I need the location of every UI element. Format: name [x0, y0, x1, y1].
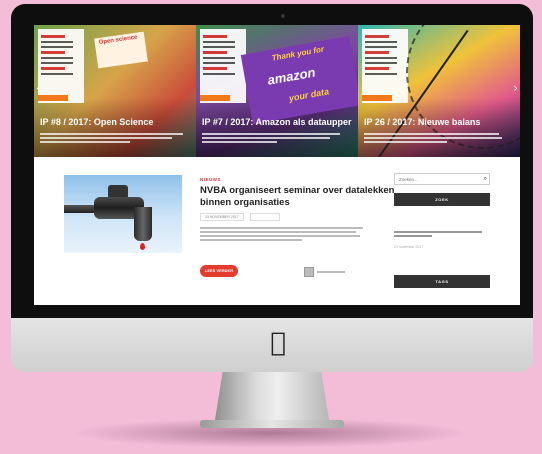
- magazine-cover: [200, 29, 246, 103]
- hero-slide-title[interactable]: IP #7 / 2017: Amazon als dataupper: [202, 117, 352, 127]
- hero-slide-3[interactable]: › IP 26 / 2017: Nieuwe balans: [358, 25, 520, 157]
- sidebar-recent-date: 23 november 2017: [394, 245, 424, 249]
- open-science-text: Open science: [98, 34, 138, 46]
- search-box: ⌕: [394, 173, 490, 185]
- search-icon[interactable]: ⌕: [484, 175, 487, 183]
- post-author[interactable]: [304, 267, 345, 277]
- sidebar-recent-link[interactable]: [394, 229, 490, 239]
- water-drop-icon: [140, 243, 145, 250]
- chevron-left-icon[interactable]: ‹: [36, 81, 41, 95]
- camera-icon: [281, 14, 285, 18]
- hero-slide-excerpt: [364, 131, 514, 145]
- hero-slide-excerpt: [202, 131, 352, 145]
- post-thumbnail[interactable]: [64, 175, 182, 253]
- imac-stand-foot: [200, 420, 344, 428]
- cover-badge: [38, 95, 68, 101]
- amazon-sign: amazon Thank you for your data: [240, 35, 358, 125]
- faucet-pipe: [64, 205, 98, 213]
- post-title[interactable]: NVBA organiseert seminar over datalekken…: [200, 185, 410, 209]
- magazine-cover: [38, 29, 84, 103]
- author-name: [317, 271, 345, 273]
- amazon-sign-text-1: amazon: [266, 64, 317, 88]
- avatar: [304, 267, 314, 277]
- cover-badge: [362, 95, 392, 101]
- magazine-cover: [362, 29, 408, 103]
- hero-slide-1[interactable]: Open science ‹ IP #8 / 2017: Open Scienc…: [34, 25, 196, 157]
- post-excerpt: [200, 225, 370, 243]
- chevron-right-icon[interactable]: ›: [513, 81, 518, 95]
- sidebar-tags-heading: TAGS: [394, 275, 490, 288]
- hero-slide-excerpt: [40, 131, 190, 145]
- apple-logo-icon: : [266, 330, 290, 356]
- sidebar-search-button[interactable]: ZOEK: [394, 193, 490, 206]
- imac-stand: [214, 368, 330, 426]
- open-science-tag: Open science: [94, 31, 148, 69]
- hero-slider: Open science ‹ IP #8 / 2017: Open Scienc…: [34, 25, 520, 157]
- post-category[interactable]: NIEUWS: [200, 177, 221, 182]
- faucet-spout: [134, 207, 152, 241]
- read-more-button[interactable]: LEES VERDER: [200, 265, 238, 277]
- post-date: 23 NOVEMBER 2017: [200, 213, 244, 221]
- website-screen: Open science ‹ IP #8 / 2017: Open Scienc…: [34, 25, 520, 305]
- amazon-sign-text-3: your data: [288, 86, 330, 104]
- hero-slide-2[interactable]: amazon Thank you for your data IP #7 / 2…: [196, 25, 358, 157]
- cover-badge: [200, 95, 230, 101]
- amazon-sign-text-2: Thank you for: [270, 44, 325, 63]
- post-meta-chip: [249, 213, 280, 221]
- post-meta: 23 NOVEMBER 2017: [200, 213, 280, 221]
- hero-slide-title[interactable]: IP #8 / 2017: Open Science: [40, 117, 153, 127]
- main-content: NIEUWS NVBA organiseert seminar over dat…: [34, 157, 520, 305]
- search-input[interactable]: [395, 174, 475, 185]
- hero-slide-title[interactable]: IP 26 / 2017: Nieuwe balans: [364, 117, 480, 127]
